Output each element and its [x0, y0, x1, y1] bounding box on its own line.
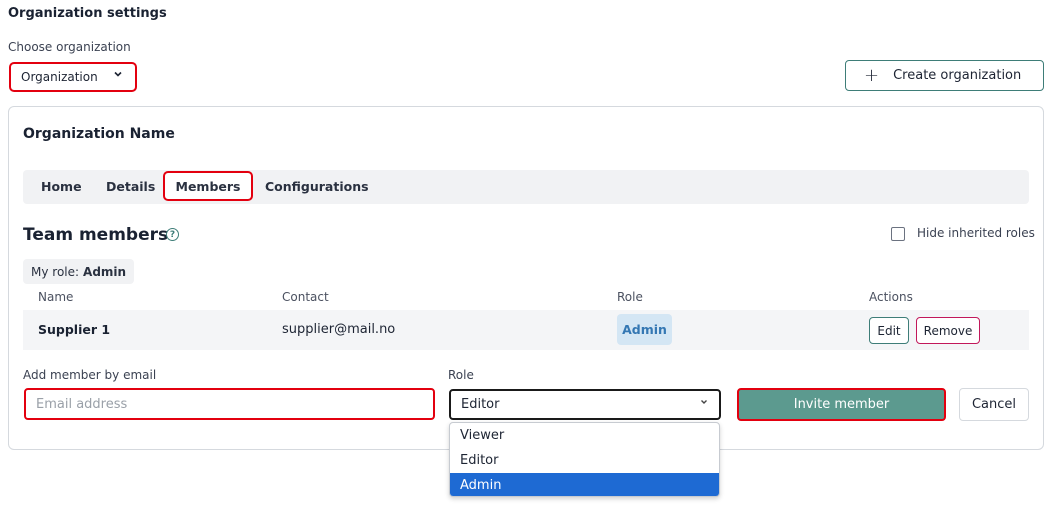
- plus-icon: +: [864, 64, 880, 86]
- role-option-editor[interactable]: Editor: [450, 448, 719, 473]
- member-contact: supplier@mail.no: [282, 322, 396, 337]
- chevron-down-icon: [699, 397, 709, 410]
- tab-configurations[interactable]: Configurations: [265, 171, 369, 201]
- edit-member-button[interactable]: Edit: [869, 317, 909, 344]
- remove-member-button[interactable]: Remove: [916, 317, 980, 344]
- add-member-email-label: Add member by email: [23, 368, 157, 382]
- email-field[interactable]: [24, 388, 435, 420]
- cancel-button[interactable]: Cancel: [959, 388, 1029, 421]
- my-role-badge: My role: Admin: [23, 259, 135, 284]
- role-label: Role: [448, 368, 474, 382]
- member-name: Supplier 1: [38, 322, 111, 337]
- tab-members[interactable]: Members: [163, 171, 253, 201]
- create-organization-button[interactable]: + Create organization: [845, 60, 1044, 91]
- my-role-value: Admin: [83, 264, 127, 279]
- member-role-badge: Admin: [617, 314, 672, 345]
- choose-organization-label: Choose organization: [8, 40, 131, 54]
- role-option-viewer[interactable]: Viewer: [450, 423, 719, 448]
- organization-select[interactable]: Organization: [9, 62, 137, 92]
- role-select-value: Editor: [461, 397, 500, 412]
- question-circle-icon[interactable]: ?: [166, 228, 179, 241]
- tab-home[interactable]: Home: [41, 171, 82, 201]
- organization-select-value: Organization: [21, 70, 98, 84]
- role-select[interactable]: Editor: [449, 389, 721, 420]
- column-header-role: Role: [617, 290, 643, 304]
- my-role-label: My role:: [31, 264, 80, 279]
- chevron-down-icon: [113, 68, 123, 82]
- invite-member-button[interactable]: Invite member: [737, 388, 946, 421]
- role-option-admin[interactable]: Admin: [450, 473, 719, 496]
- role-dropdown-list: Viewer Editor Admin: [449, 422, 720, 497]
- create-organization-label: Create organization: [893, 68, 1022, 83]
- column-header-name: Name: [38, 290, 74, 304]
- hide-inherited-roles-checkbox[interactable]: [891, 227, 905, 241]
- hide-inherited-roles-label[interactable]: Hide inherited roles: [917, 226, 1035, 240]
- column-header-actions: Actions: [869, 290, 913, 304]
- page-title: Organization settings: [8, 6, 167, 21]
- team-members-heading: Team members: [23, 225, 169, 245]
- organization-name-heading: Organization Name: [23, 126, 175, 142]
- column-header-contact: Contact: [282, 290, 329, 304]
- tab-details[interactable]: Details: [106, 171, 155, 201]
